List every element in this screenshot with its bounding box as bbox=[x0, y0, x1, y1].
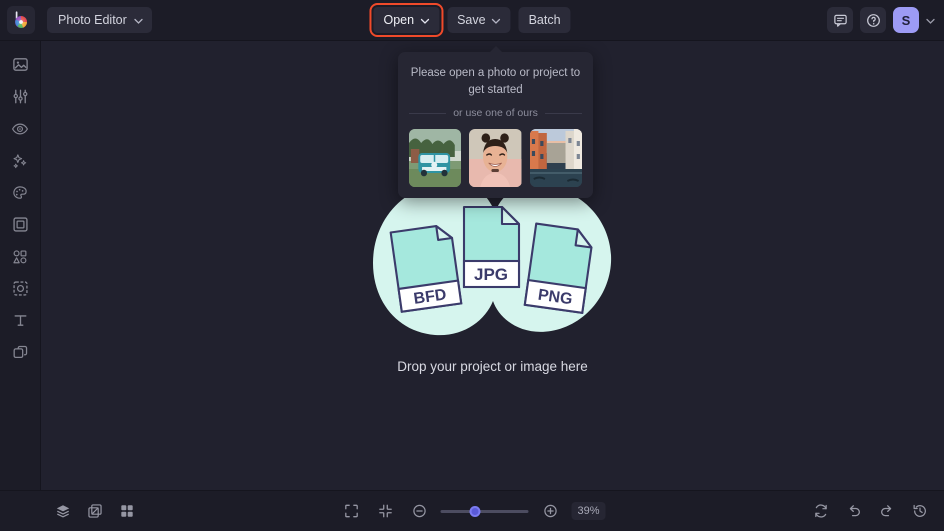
sample-thumbnails bbox=[409, 129, 582, 188]
drop-zone-message: Drop your project or image here bbox=[397, 359, 588, 374]
primary-actions: Open Save Batch bbox=[369, 3, 571, 37]
layers-icon bbox=[12, 344, 29, 366]
open-popup: Please open a photo or project to get st… bbox=[398, 46, 593, 199]
shapes-icon bbox=[11, 248, 29, 271]
batch-label: Batch bbox=[528, 13, 561, 27]
sidebar-item-graphics[interactable] bbox=[5, 243, 35, 275]
sparkles-icon bbox=[11, 152, 29, 175]
layers-stack-icon[interactable] bbox=[50, 499, 75, 524]
divider-line-right bbox=[544, 112, 583, 114]
sidebar-item-adjust[interactable] bbox=[5, 83, 35, 115]
sidebar-item-frames[interactable] bbox=[5, 211, 35, 243]
chat-bubble-icon[interactable] bbox=[827, 7, 853, 33]
chevron-down-icon bbox=[420, 13, 429, 27]
actual-size-icon[interactable] bbox=[373, 499, 398, 524]
popup-separator: or use one of ours bbox=[409, 107, 583, 120]
sidebar-item-textures[interactable] bbox=[5, 275, 35, 307]
text-icon bbox=[12, 312, 29, 334]
top-toolbar: Photo Editor Open Save Batch S bbox=[0, 0, 944, 41]
open-label: Open bbox=[383, 13, 415, 27]
mode-label: Photo Editor bbox=[58, 13, 127, 27]
file-card-bfd: BFD bbox=[389, 225, 462, 313]
cutout-icon bbox=[12, 280, 29, 302]
file-card-jpg-label: JPG bbox=[473, 265, 507, 284]
vw-bus-photo[interactable] bbox=[409, 129, 462, 188]
canvas-area[interactable]: BFD JPG PNG Drop your project or image h… bbox=[41, 41, 944, 490]
undo-icon[interactable] bbox=[841, 499, 866, 524]
venice-canal-photo[interactable] bbox=[529, 129, 582, 188]
sidebar-item-effects[interactable] bbox=[5, 147, 35, 179]
zoom-slider-knob[interactable] bbox=[469, 505, 481, 517]
file-card-png: PNG bbox=[523, 222, 592, 315]
portrait-photo[interactable] bbox=[469, 129, 522, 188]
zoom-in-icon[interactable] bbox=[538, 499, 563, 524]
save-button[interactable]: Save bbox=[447, 7, 511, 33]
sidebar-item-edit[interactable] bbox=[5, 51, 35, 83]
sidebar-item-text[interactable] bbox=[5, 307, 35, 339]
palette-icon bbox=[11, 184, 29, 207]
zoom-slider[interactable] bbox=[440, 505, 529, 517]
popup-title: Please open a photo or project to get st… bbox=[410, 67, 581, 96]
history-icon[interactable] bbox=[907, 499, 932, 524]
zoom-level-value[interactable]: 39% bbox=[571, 502, 606, 520]
chevron-down-icon bbox=[134, 13, 143, 27]
avatar-initial: S bbox=[901, 12, 911, 28]
footer-right-tools bbox=[808, 499, 932, 524]
bottom-toolbar: 39% bbox=[0, 490, 944, 531]
sidebar-item-layers[interactable] bbox=[5, 339, 35, 371]
fit-screen-icon[interactable] bbox=[339, 499, 364, 524]
popup-arrow bbox=[489, 46, 503, 53]
batch-button[interactable]: Batch bbox=[518, 7, 571, 33]
help-circle-icon[interactable] bbox=[860, 7, 886, 33]
transform-icon[interactable] bbox=[82, 499, 107, 524]
reset-icon[interactable] bbox=[808, 499, 833, 524]
mode-selector[interactable]: Photo Editor bbox=[47, 7, 152, 33]
save-label: Save bbox=[457, 13, 486, 27]
sliders-icon bbox=[12, 88, 29, 110]
befunky-logo-icon[interactable] bbox=[7, 6, 35, 34]
app-window: Photo Editor Open Save Batch S BFD JPG P… bbox=[0, 0, 944, 531]
divider-line-left bbox=[409, 112, 447, 114]
grid-icon[interactable] bbox=[114, 499, 139, 524]
avatar[interactable]: S bbox=[893, 7, 919, 33]
chevron-down-icon bbox=[491, 13, 501, 27]
eye-icon bbox=[11, 120, 29, 143]
file-types-illustration: BFD JPG PNG bbox=[371, 179, 615, 339]
header-right-actions: S bbox=[827, 7, 935, 33]
sidebar-item-artsy[interactable] bbox=[5, 179, 35, 211]
frame-icon bbox=[12, 216, 29, 238]
zoom-controls: 39% bbox=[339, 499, 606, 524]
file-card-jpg: JPG bbox=[462, 205, 520, 289]
zoom-out-icon[interactable] bbox=[407, 499, 432, 524]
sidebar-item-retouch[interactable] bbox=[5, 115, 35, 147]
open-button[interactable]: Open bbox=[369, 3, 444, 37]
footer-left-tools bbox=[50, 499, 139, 524]
chevron-down-icon[interactable] bbox=[926, 11, 935, 29]
image-icon bbox=[12, 56, 29, 78]
redo-icon[interactable] bbox=[874, 499, 899, 524]
left-sidebar bbox=[0, 41, 41, 490]
popup-separator-label: or use one of ours bbox=[453, 107, 538, 120]
